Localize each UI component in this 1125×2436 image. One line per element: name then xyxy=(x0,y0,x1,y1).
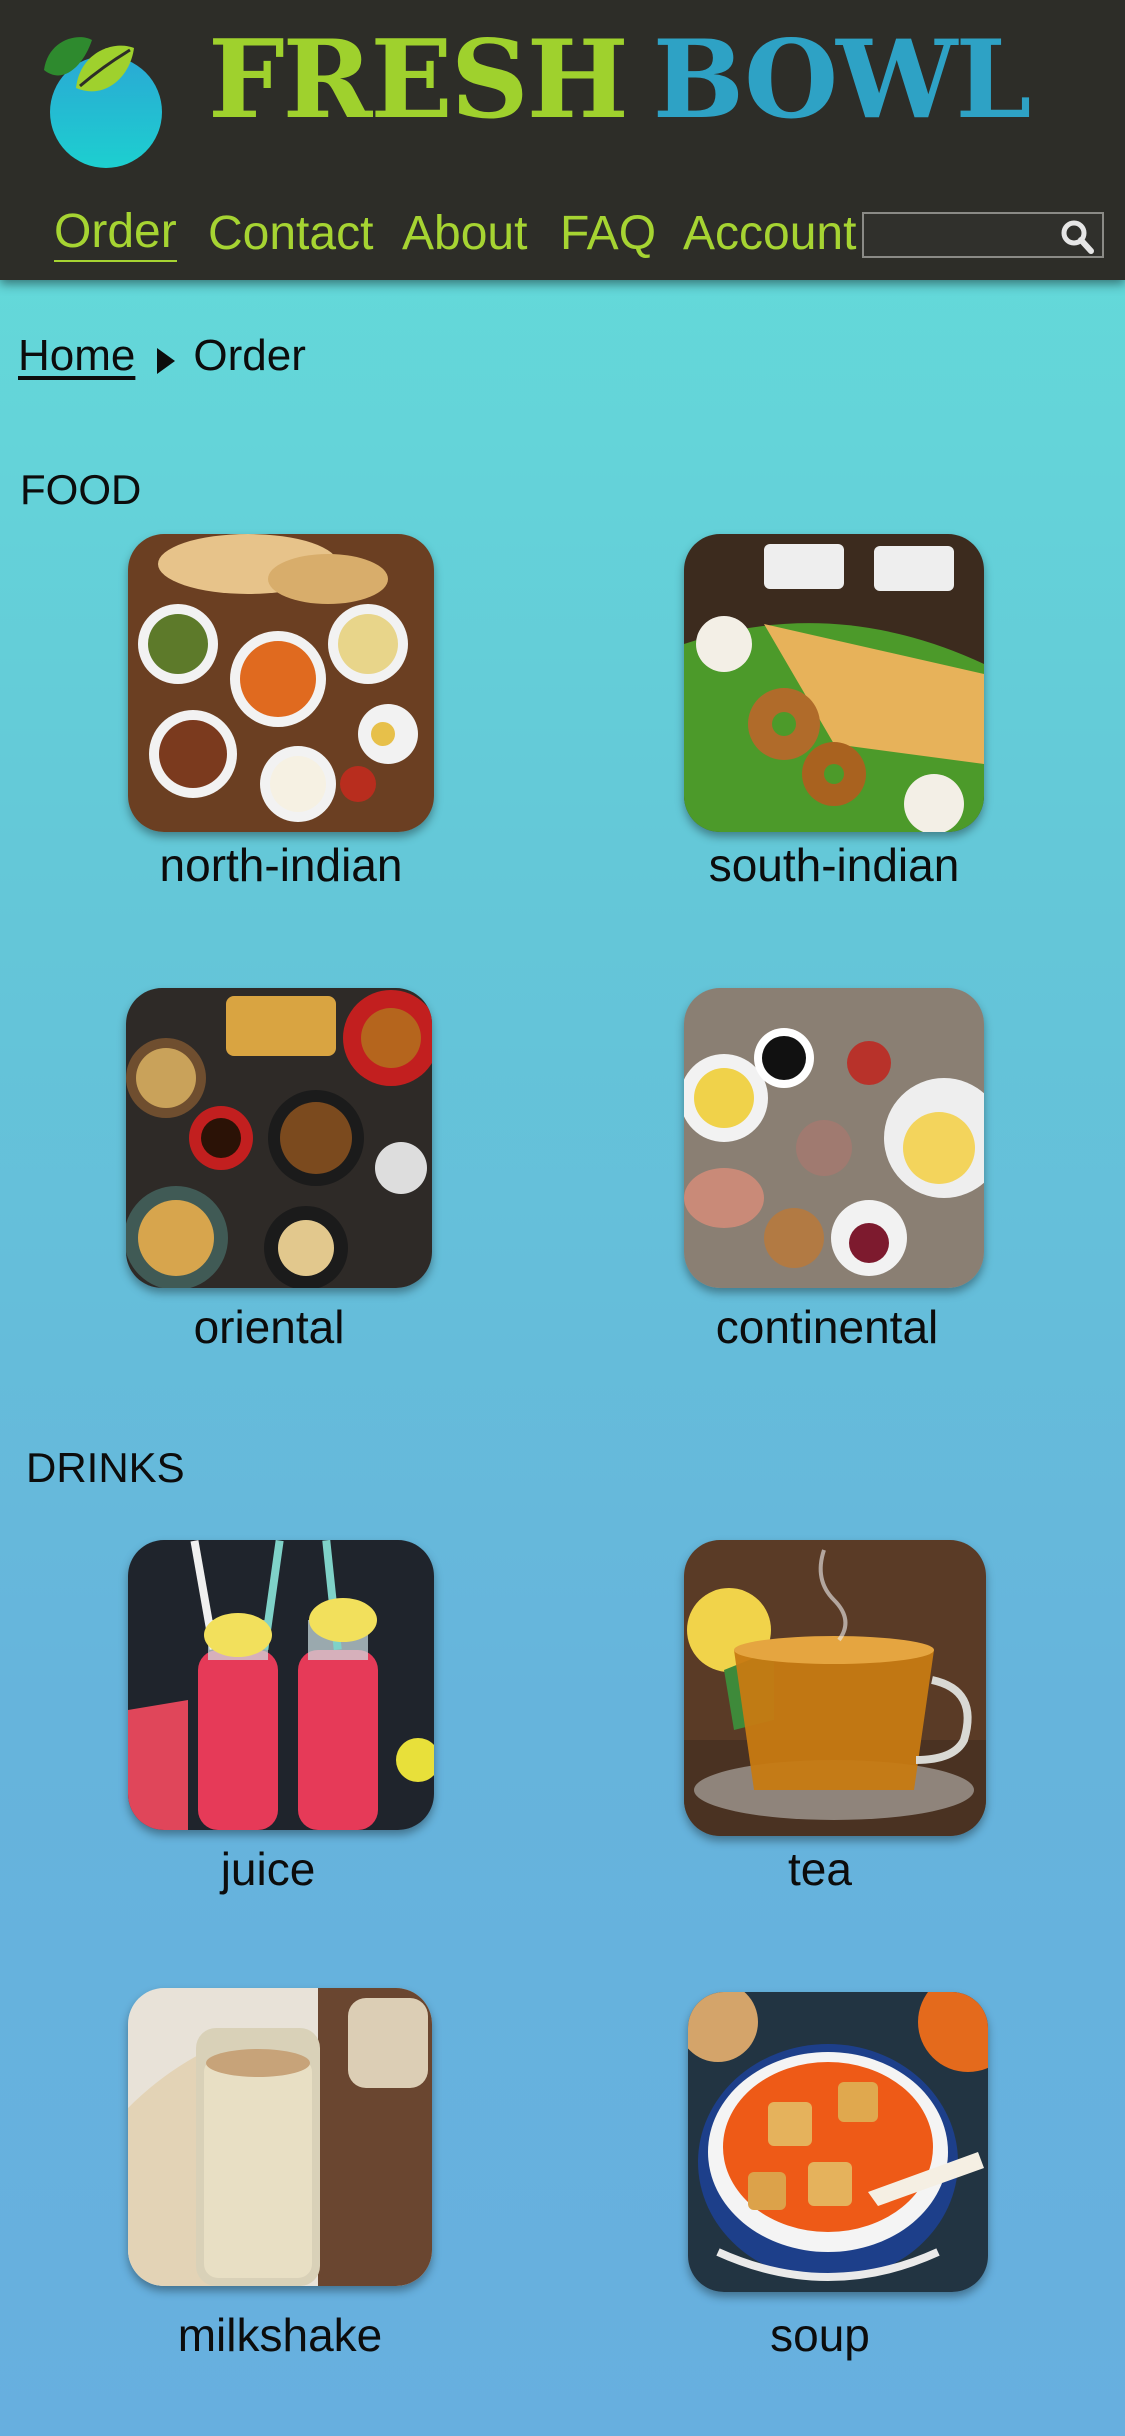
menu-card-label: north-indian xyxy=(159,839,403,891)
brand-word-bowl: BOWL xyxy=(652,17,1032,143)
menu-card-label: south-indian xyxy=(708,839,960,891)
menu-card-label: soup xyxy=(770,2309,870,2361)
menu-card-label: tea xyxy=(788,1843,852,1895)
section-title-drinks: DRINKS xyxy=(26,1444,185,1491)
nav-contact[interactable]: Contact xyxy=(208,204,373,264)
nav-about[interactable]: About xyxy=(402,204,527,264)
glass-tea-cup-image[interactable] xyxy=(684,1540,986,1836)
brand-word-fresh: FRESH xyxy=(208,17,629,143)
chevron-right-icon xyxy=(153,339,179,374)
dosa-vada-platter-image[interactable] xyxy=(684,534,984,832)
milkshake-glass-image[interactable] xyxy=(128,1988,432,2286)
search-box xyxy=(862,212,1104,258)
north-indian-thali-image[interactable] xyxy=(128,534,434,832)
breadcrumb-home-link[interactable]: Home xyxy=(18,331,135,381)
breadcrumb-current: Order xyxy=(193,331,306,380)
section-title-food: FOOD xyxy=(20,466,142,513)
nav-order[interactable]: Order xyxy=(54,204,177,262)
site-header: FRESH BOWL Order Contact About FAQ Accou… xyxy=(0,0,1125,280)
search-input[interactable] xyxy=(866,216,1052,254)
menu-card-label: milkshake xyxy=(177,2309,383,2361)
breadcrumb: Home Order xyxy=(18,326,306,386)
menu-card-label: juice xyxy=(220,1843,316,1895)
menu-card-label: oriental xyxy=(193,1301,345,1353)
watermelon-juice-bottles-image[interactable] xyxy=(128,1540,434,1830)
tomato-soup-bowl-image[interactable] xyxy=(688,1992,988,2292)
menu-card-label: continental xyxy=(715,1301,939,1353)
breakfast-table-image[interactable] xyxy=(684,988,984,1288)
nav-account[interactable]: Account xyxy=(683,204,856,264)
asian-dishes-spread-image[interactable] xyxy=(126,988,432,1288)
nav-faq[interactable]: FAQ xyxy=(560,204,656,264)
brand-logo[interactable]: FRESH BOWL xyxy=(208,17,1032,146)
leaf-bowl-icon[interactable] xyxy=(34,30,174,170)
search-icon[interactable] xyxy=(1058,218,1096,256)
